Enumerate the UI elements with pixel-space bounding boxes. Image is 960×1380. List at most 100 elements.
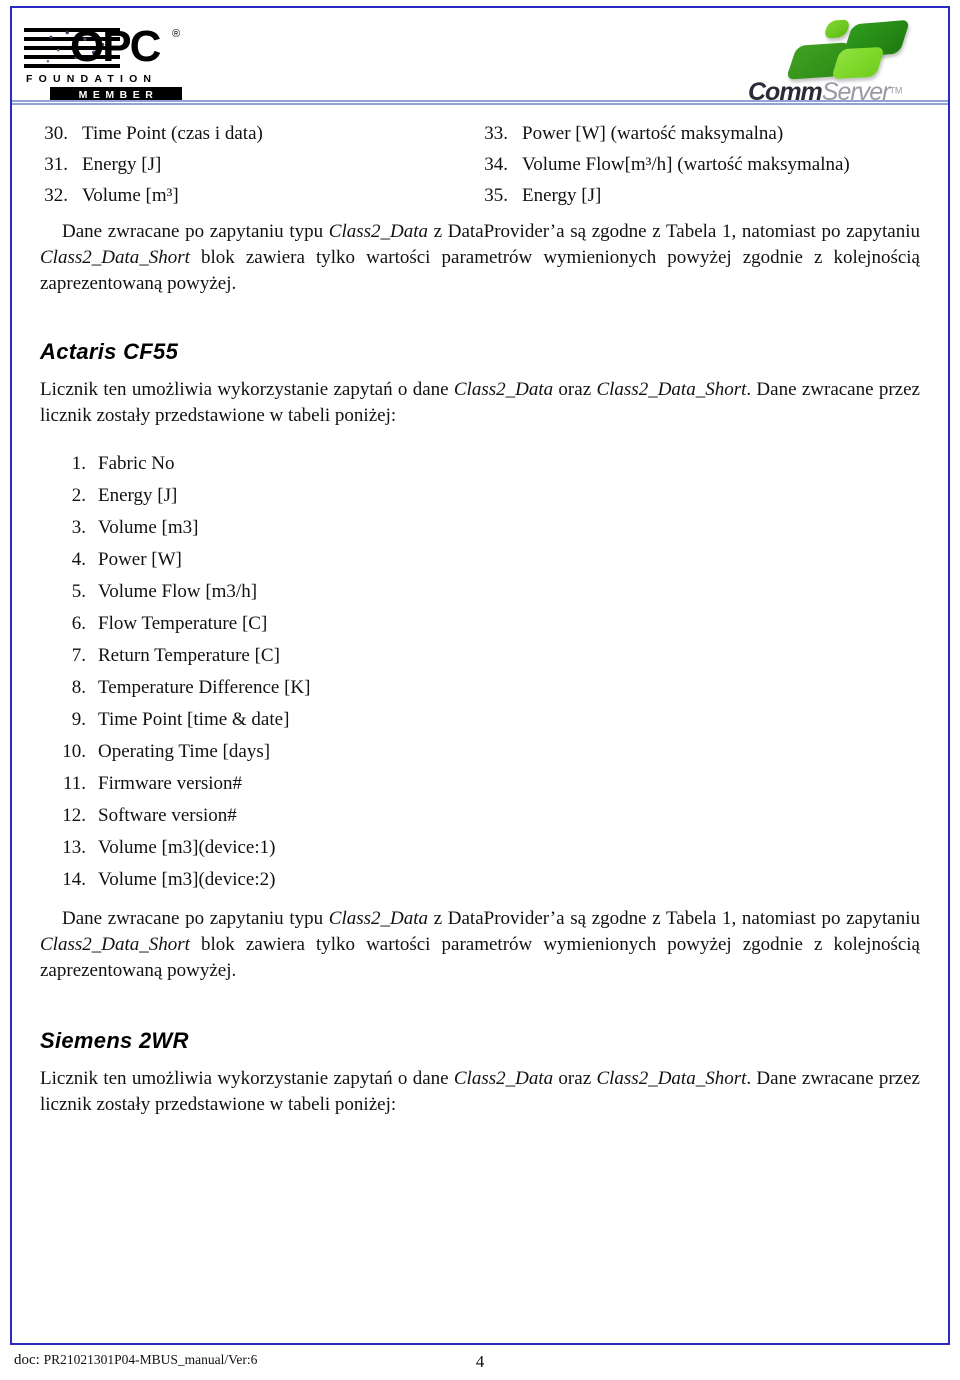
list-item: 12. Software version# [40,800,920,832]
list-item-number: 2. [71,485,86,506]
commserver-tiles-graphic [774,19,924,82]
actaris-parameter-list: 1. Fabric No 2. Energy [J] 3. Volume [m3] 4… [40,448,920,896]
list-item-number: 31. [44,154,68,175]
list-item: 30. Time Point (czas i data) [40,118,480,149]
list-item-number: 7. [71,645,86,666]
footer-page-number: 4 [475,1352,485,1371]
list-item-label: Flow Temperature [C] [98,613,268,634]
para2-italic-1: Class2_Data [328,908,429,929]
para2-text-1: Dane zwracane po zapytaniu typu [62,908,329,929]
commserver-logo: CommServerTM [744,19,934,108]
section-heading-siemens: Siemens 2WR [40,1028,189,1053]
list-item-label: Energy [J] [98,485,178,506]
list-item-number: 13. [62,837,86,858]
list-item-label: Software version# [98,805,237,826]
list-item: 32. Volume [m³] [40,180,480,211]
list-item: 31. Energy [J] [40,149,480,180]
list-item: 6. Flow Temperature [C] [40,608,920,640]
list-item: 8. Temperature Difference [K] [40,672,920,704]
list-item-label: Volume [m3] [98,517,199,538]
list-item-number: 30. [44,123,68,144]
list-item-label: Power [W] [98,549,182,570]
list-item-label: Volume Flow[m³/h] (wartość maksymalna) [522,154,850,175]
paragraph-actaris-intro: Licznik ten umożliwia wykorzystanie zapy… [40,377,920,429]
siemens-intro-italic-1: Class2_Data [453,1068,554,1089]
list-item: 3. Volume [m3] [40,512,920,544]
list-item-number: 14. [62,869,86,890]
document-content: 30. Time Point (czas i data) 31. Energy … [40,118,920,1137]
para1-italic-2: Class2_Data_Short [40,247,190,268]
list-item: 34. Volume Flow[m³/h] (wartość maksymaln… [480,149,920,180]
numbered-list-left-column: 30. Time Point (czas i data) 31. Energy … [40,118,480,211]
opc-foundation-label: FOUNDATION [26,73,158,85]
list-item-label: Return Temperature [C] [98,645,280,666]
list-item-number: 5. [71,581,86,602]
paragraph-class2-data-1: Dane zwracane po zapytaniu typu Class2_D… [40,219,920,297]
list-item: 14. Volume [m3](device:2) [40,864,920,896]
list-item-number: 35. [484,185,508,206]
list-item-number: 8. [71,677,86,698]
numbered-list-right-column: 33. Power [W] (wartość maksymalna) 34. V… [480,118,920,211]
list-item-label: Fabric No [98,453,175,474]
list-item-label: Volume Flow [m3/h] [98,581,258,602]
list-item: 33. Power [W] (wartość maksymalna) [480,118,920,149]
siemens-intro-text-2: oraz [553,1068,597,1089]
list-item: 35. Energy [J] [480,180,920,211]
list-item-number: 6. [71,613,86,634]
list-item-label: Energy [J] [522,185,602,206]
list-item-label: Time Point [time & date] [98,709,290,730]
registered-trademark-icon: ® [172,28,181,40]
list-item-label: Firmware version# [98,773,243,794]
opc-foundation-member-logo: OPC ® FOUNDATION MEMBER [24,24,186,104]
list-item-number: 3. [71,517,86,538]
list-item-label: Energy [J] [82,154,162,175]
actaris-intro-italic-2: Class2_Data_Short [596,379,747,400]
document-page: OPC ® FOUNDATION MEMBER CommServerTM 30.… [0,0,960,1380]
header-divider-rule [12,100,948,105]
list-item: 1. Fabric No [40,448,920,480]
list-item-number: 9. [71,709,86,730]
list-item: 9. Time Point [time & date] [40,704,920,736]
paragraph-class2-data-2: Dane zwracane po zapytaniu typu Class2_D… [40,906,920,984]
actaris-intro-text-1: Licznik ten umożliwia wykorzystanie zapy… [40,379,454,400]
actaris-intro-text-2: oraz [553,379,597,400]
opc-wordmark: OPC [70,24,161,71]
list-item-number: 33. [484,123,508,144]
list-item-number: 4. [71,549,86,570]
para1-italic-1: Class2_Data [328,221,429,242]
list-item: 7. Return Temperature [C] [40,640,920,672]
tile-icon-small-top [823,19,851,39]
list-item: 11. Firmware version# [40,768,920,800]
list-item-number: 34. [484,154,508,175]
list-item-label: Time Point (czas i data) [82,123,263,144]
list-item: 13. Volume [m3](device:1) [40,832,920,864]
numbered-list-continued: 30. Time Point (czas i data) 31. Energy … [40,118,920,211]
siemens-intro-text-1: Licznik ten umożliwia wykorzystanie zapy… [40,1068,454,1089]
list-item-number: 10. [62,741,86,762]
section-heading-actaris: Actaris CF55 [40,339,179,364]
actaris-intro-italic-1: Class2_Data [453,379,554,400]
list-item-label: Power [W] (wartość maksymalna) [522,123,784,144]
para1-text-2: z DataProvider’a są zgodne z Tabela 1, n… [428,221,920,242]
list-item: 10. Operating Time [days] [40,736,920,768]
list-item: 2. Energy [J] [40,480,920,512]
page-header: OPC ® FOUNDATION MEMBER CommServerTM [12,8,948,108]
list-item-number: 12. [62,805,86,826]
list-item-label: Operating Time [days] [98,741,271,762]
opc-logo-mark: OPC ® [24,24,186,72]
list-item: 4. Power [W] [40,544,920,576]
siemens-intro-italic-2: Class2_Data_Short [596,1068,747,1089]
list-item-number: 1. [71,453,86,474]
list-item-label: Volume [m3](device:2) [98,869,276,890]
list-item-label: Volume [m³] [82,185,179,206]
para2-italic-2: Class2_Data_Short [40,934,190,955]
para1-text-1: Dane zwracane po zapytaniu typu [62,221,329,242]
trademark-icon: TM [889,85,903,96]
list-item-label: Volume [m3](device:1) [98,837,276,858]
para2-text-2: z DataProvider’a są zgodne z Tabela 1, n… [428,908,920,929]
list-item: 5. Volume Flow [m3/h] [40,576,920,608]
paragraph-siemens-intro: Licznik ten umożliwia wykorzystanie zapy… [40,1066,920,1118]
page-footer: doc: PR21021301P04-MBUS_manual/Ver:6 4 [14,1352,946,1371]
list-item-number: 11. [62,773,86,794]
list-item-label: Temperature Difference [K] [98,677,311,698]
